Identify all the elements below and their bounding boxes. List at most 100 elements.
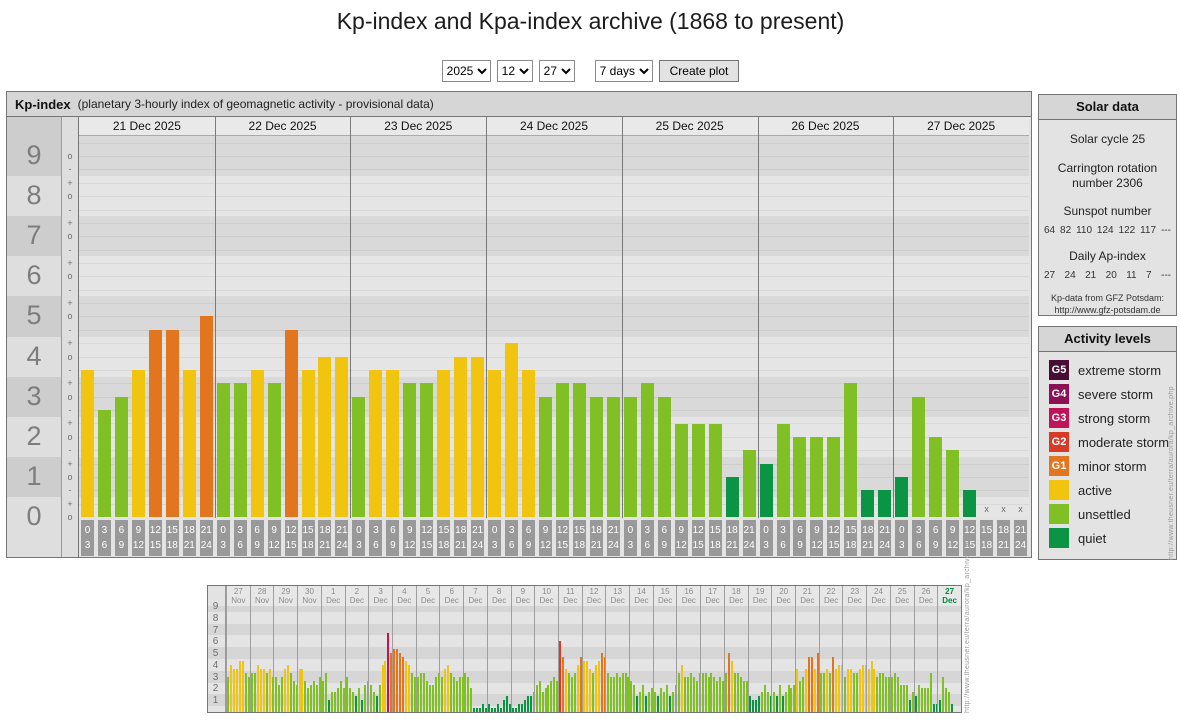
mini-day-label: 5 Dec xyxy=(420,587,436,605)
mini-day-column: 3 Dec xyxy=(368,586,393,712)
mini-kp-bar xyxy=(597,661,600,712)
mini-kp-bar xyxy=(837,664,840,712)
mini-kp-bar xyxy=(396,649,399,712)
mini-kp-bar xyxy=(671,692,674,712)
mini-kp-bar xyxy=(885,676,888,712)
mini-kp-bar xyxy=(740,676,743,712)
y-axis-label: 7 xyxy=(26,220,42,251)
mini-kp-bar xyxy=(805,668,808,712)
mini-kp-bar xyxy=(781,696,784,712)
ap-value: --- xyxy=(1160,270,1171,281)
mini-day-label: 22 Dec xyxy=(823,587,839,605)
mini-day-label: 3 Dec xyxy=(373,587,388,605)
sunspot-label: Sunspot number xyxy=(1063,204,1152,218)
hour-slot-label: 12 15 xyxy=(691,520,705,556)
mini-day-label: 20 Dec xyxy=(776,587,791,605)
day-label: 24 Dec 2025 xyxy=(519,119,589,133)
day-label: 25 Dec 2025 xyxy=(655,119,724,133)
mini-kp-bar xyxy=(431,684,434,712)
hour-slot-label: 36 xyxy=(776,520,790,556)
mini-day-column: 6 Dec xyxy=(439,586,464,712)
mini-kp-bar xyxy=(923,688,926,712)
mini-kp-bar xyxy=(749,696,751,712)
hour-slot-label: 03 xyxy=(352,520,366,556)
hour-slot-label: 03 xyxy=(759,520,773,556)
y-tick-o: o xyxy=(67,471,73,482)
mini-kp-bar xyxy=(639,692,642,712)
kp-bar xyxy=(284,329,298,517)
mini-kp-bar xyxy=(796,668,799,712)
y-tick-minus: - xyxy=(68,164,72,175)
kp-bar xyxy=(250,369,264,517)
day-select[interactable]: 27 xyxy=(538,60,575,82)
mini-kp-bar xyxy=(520,704,523,712)
day-column: 24 Dec 2025 0 3 3 6 6 9 9 12 12 15 15 18 18 21 21 24 xyxy=(486,117,622,557)
mini-day-column: 8 Dec xyxy=(486,586,511,712)
mini-day-label: 26 Dec xyxy=(918,587,934,605)
y-axis-label: 9 xyxy=(26,140,42,171)
mini-kp-bar xyxy=(369,684,372,712)
mini-day-label: 10 Dec xyxy=(539,587,554,605)
kp-bar xyxy=(335,356,349,517)
hour-slot-label: 03 xyxy=(488,520,502,556)
mini-kp-bar xyxy=(784,692,787,712)
kp-y-axis: 9 8 7 6 5 4 3 2 1 0 xyxy=(7,117,62,557)
hour-slot-label: 21 24 xyxy=(606,520,620,556)
mini-kp-bar xyxy=(707,676,710,712)
mini-day-column: 1 Dec xyxy=(320,586,345,712)
hour-slot-label: 18 21 xyxy=(725,520,739,556)
create-plot-button[interactable]: Create plot xyxy=(658,60,740,82)
mini-kp-bar xyxy=(236,668,239,712)
mini-y-label: 2 xyxy=(212,683,219,695)
mini-kp-bar xyxy=(909,700,912,712)
active-swatch xyxy=(1049,480,1069,500)
mini-kp-bar xyxy=(550,680,553,712)
range-select[interactable]: 7 days xyxy=(594,60,653,82)
mini-kp-bar xyxy=(440,676,443,712)
mini-kp-bar xyxy=(763,684,766,712)
kp-source-note-link[interactable]: http://www.gfz-potsdam.de xyxy=(1039,304,1176,316)
mini-kp-bar xyxy=(775,696,778,712)
mini-y-label: 1 xyxy=(212,695,219,707)
mini-kp-bar xyxy=(914,696,917,712)
day-label: 21 Dec 2025 xyxy=(112,119,181,133)
mini-kp-bar xyxy=(751,700,754,712)
legend-row: G2 moderate storm xyxy=(1049,430,1176,454)
mini-kp-bar xyxy=(846,668,849,712)
hour-slot-label: 15 18 xyxy=(572,520,586,556)
mini-kp-bar xyxy=(354,696,357,712)
mini-day-column: 15 Dec xyxy=(652,586,677,712)
mini-kp-bar xyxy=(814,668,817,712)
kp-bar xyxy=(403,383,417,517)
mini-kp-bar xyxy=(917,684,920,712)
mini-kp-bar xyxy=(417,676,420,712)
mini-kp-bar xyxy=(242,661,245,712)
mini-kp-bar xyxy=(351,692,354,712)
mini-kp-bar xyxy=(654,692,657,712)
mini-kp-bar xyxy=(737,672,740,712)
kp-bar xyxy=(505,343,519,517)
mini-kp-bar xyxy=(636,696,639,712)
mini-kp-bar xyxy=(571,676,574,712)
month-select[interactable]: 12 xyxy=(496,60,533,82)
y-axis-label: 5 xyxy=(26,300,42,331)
g4-swatch: G4 xyxy=(1049,384,1069,404)
hour-slot-label: 18 21 xyxy=(861,520,875,556)
kp-bar xyxy=(97,409,111,517)
mini-kp-bar xyxy=(944,688,947,712)
hour-slot-label: 18 21 xyxy=(589,520,603,556)
mini-kp-bar xyxy=(538,680,541,712)
day-label: 22 Dec 2025 xyxy=(248,119,317,133)
kp-bar xyxy=(606,396,620,517)
mini-kp-bar xyxy=(831,656,834,712)
mini-day-column: 30 Nov xyxy=(297,586,322,712)
legend-label: quiet xyxy=(1078,530,1107,546)
sunspot-value: --- xyxy=(1160,225,1171,236)
year-select[interactable]: 2025 xyxy=(441,60,491,82)
mini-day-column: 11 Dec xyxy=(557,586,583,712)
mini-kp-bar xyxy=(488,704,491,712)
hour-slot-label: 12 15 xyxy=(284,520,298,556)
mini-kp-bar xyxy=(479,708,482,712)
y-tick-minus: - xyxy=(68,324,72,335)
mini-kp-bar xyxy=(743,680,746,712)
